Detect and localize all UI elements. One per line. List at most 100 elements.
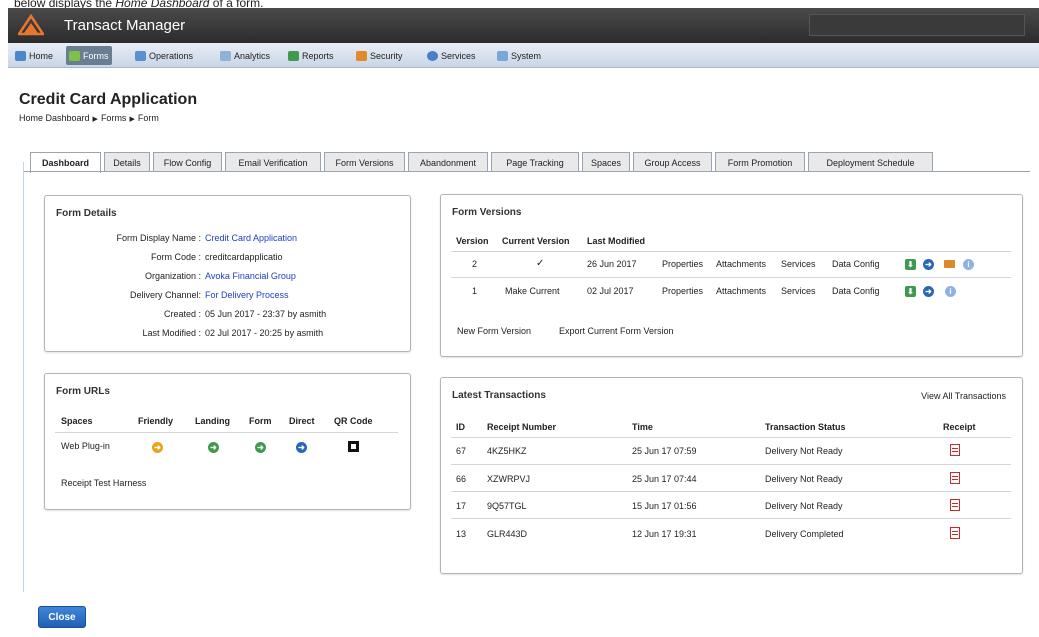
transaction-status: Delivery Not Ready [765,474,843,484]
tab-email-verification[interactable]: Email Verification [225,152,321,172]
form-tabs: Dashboard Details Flow Config Email Veri… [30,152,936,173]
transaction-status: Delivery Not Ready [765,446,843,456]
receipt-number-link[interactable]: GLR443D [487,529,527,539]
detail-label: Delivery Channel: [129,290,201,300]
attachments-link[interactable]: Attachments [716,259,766,269]
column-header-friendly: Friendly [138,416,174,426]
column-header-id: ID [456,422,465,432]
receipt-number-link[interactable]: 9Q57TGL [487,501,527,511]
properties-link[interactable]: Properties [662,259,703,269]
version-number[interactable]: 2 [472,259,477,269]
tab-abandonment[interactable]: Abandonment [408,152,488,172]
caption-text: below displays the Home Dashboard of a f… [14,0,264,10]
attachments-link[interactable]: Attachments [716,286,766,296]
column-header-last-modified: Last Modified [587,236,645,246]
form-versions-title: Form Versions [452,207,522,218]
tab-spaces[interactable]: Spaces [582,152,630,172]
transaction-status: Delivery Not Ready [765,501,843,511]
breadcrumb-forms[interactable]: Forms [101,113,127,123]
tab-form-promotion[interactable]: Form Promotion [715,152,805,172]
tab-form-versions[interactable]: Form Versions [324,152,405,172]
delivery-channel-link[interactable]: For Delivery Process [205,290,289,300]
header-divider [451,437,1011,438]
created-value: 05 Jun 2017 - 23:37 by asmith [205,309,327,319]
latest-transactions-panel: Latest Transactions View All Transaction… [440,377,1023,574]
properties-link[interactable]: Properties [662,286,703,296]
home-icon [15,50,26,61]
breadcrumb-home-dashboard[interactable]: Home Dashboard [19,113,90,123]
nav-services[interactable]: Services [424,46,479,65]
column-header-direct: Direct [289,416,315,426]
download-icon[interactable]: ⬇ [905,259,916,270]
transaction-id-link[interactable]: 17 [456,501,466,511]
transaction-time: 12 Jun 17 19:31 [632,529,697,539]
pdf-receipt-icon[interactable] [950,472,960,484]
info-icon[interactable]: i [963,259,974,270]
tab-details[interactable]: Details [104,152,150,172]
nav-reports[interactable]: Reports [285,46,337,65]
direct-url-icon[interactable]: ➜ [296,442,307,453]
space-web-plugin-link[interactable]: Web Plug-in [61,441,110,451]
calendar-icon[interactable] [944,260,955,268]
transaction-id-link[interactable]: 66 [456,474,466,484]
detail-label: Organization : [144,271,201,281]
form-versions-panel: Form Versions Version Current Version La… [440,194,1023,357]
open-icon[interactable]: ➜ [923,259,934,270]
nav-analytics[interactable]: Analytics [217,46,273,65]
nav-system[interactable]: System [494,46,544,65]
close-button[interactable]: Close [38,606,86,628]
transaction-id-link[interactable]: 13 [456,529,466,539]
tab-deployment-schedule[interactable]: Deployment Schedule [808,152,933,172]
analytics-icon [220,50,231,61]
detail-label: Form Display Name : [116,233,201,243]
info-icon[interactable]: i [945,286,956,297]
breadcrumb-form: Form [137,113,159,123]
qr-code-icon[interactable] [348,441,359,452]
column-header-form: Form [249,416,272,426]
friendly-url-icon[interactable]: ➜ [152,442,163,453]
data-config-link[interactable]: Data Config [832,259,880,269]
data-config-link[interactable]: Data Config [832,286,880,296]
make-current-link[interactable]: Make Current [505,286,560,296]
download-icon[interactable]: ⬇ [905,286,916,297]
version-number[interactable]: 1 [472,286,477,296]
header-divider [55,432,398,433]
column-header-spaces: Spaces [61,416,93,426]
form-url-icon[interactable]: ➜ [255,442,266,453]
app-header: Transact Manager [8,8,1039,43]
nav-home[interactable]: Home [12,46,56,65]
pdf-receipt-icon[interactable] [950,499,960,511]
transaction-time: 25 Jun 17 07:59 [632,446,697,456]
new-form-version-link[interactable]: New Form Version [457,326,531,336]
pdf-receipt-icon[interactable] [950,527,960,539]
pdf-receipt-icon[interactable] [950,444,960,456]
row-divider [451,277,1011,278]
tab-dashboard[interactable]: Dashboard [30,152,101,173]
landing-url-icon[interactable]: ➜ [208,442,219,453]
receipt-number-link[interactable]: XZWRPVJ [487,474,530,484]
security-icon [356,50,367,61]
receipt-number-link[interactable]: 4KZ5HKZ [487,446,527,456]
form-display-name-link[interactable]: Credit Card Application [205,233,297,243]
services-link[interactable]: Services [781,286,816,296]
form-details-title: Form Details [56,208,117,219]
detail-label: Created : [163,309,201,319]
export-current-form-version-link[interactable]: Export Current Form Version [559,326,674,336]
open-icon[interactable]: ➜ [923,286,934,297]
nav-forms[interactable]: Forms [66,46,112,65]
tab-strip-border [24,171,1030,172]
services-link[interactable]: Services [781,259,816,269]
tab-group-access[interactable]: Group Access [633,152,712,172]
view-all-transactions-link[interactable]: View All Transactions [921,391,1006,401]
header-search-box[interactable] [809,14,1025,36]
tab-page-tracking[interactable]: Page Tracking [491,152,579,172]
nav-operations[interactable]: Operations [132,46,196,65]
nav-security[interactable]: Security [353,46,406,65]
organization-link[interactable]: Avoka Financial Group [205,271,296,281]
version-modified: 02 Jul 2017 [587,286,634,296]
services-icon [427,50,438,61]
receipt-test-harness-link[interactable]: Receipt Test Harness [61,478,146,488]
tab-flow-config[interactable]: Flow Config [153,152,222,172]
transaction-time: 15 Jun 17 01:56 [632,501,697,511]
transaction-id-link[interactable]: 67 [456,446,466,456]
